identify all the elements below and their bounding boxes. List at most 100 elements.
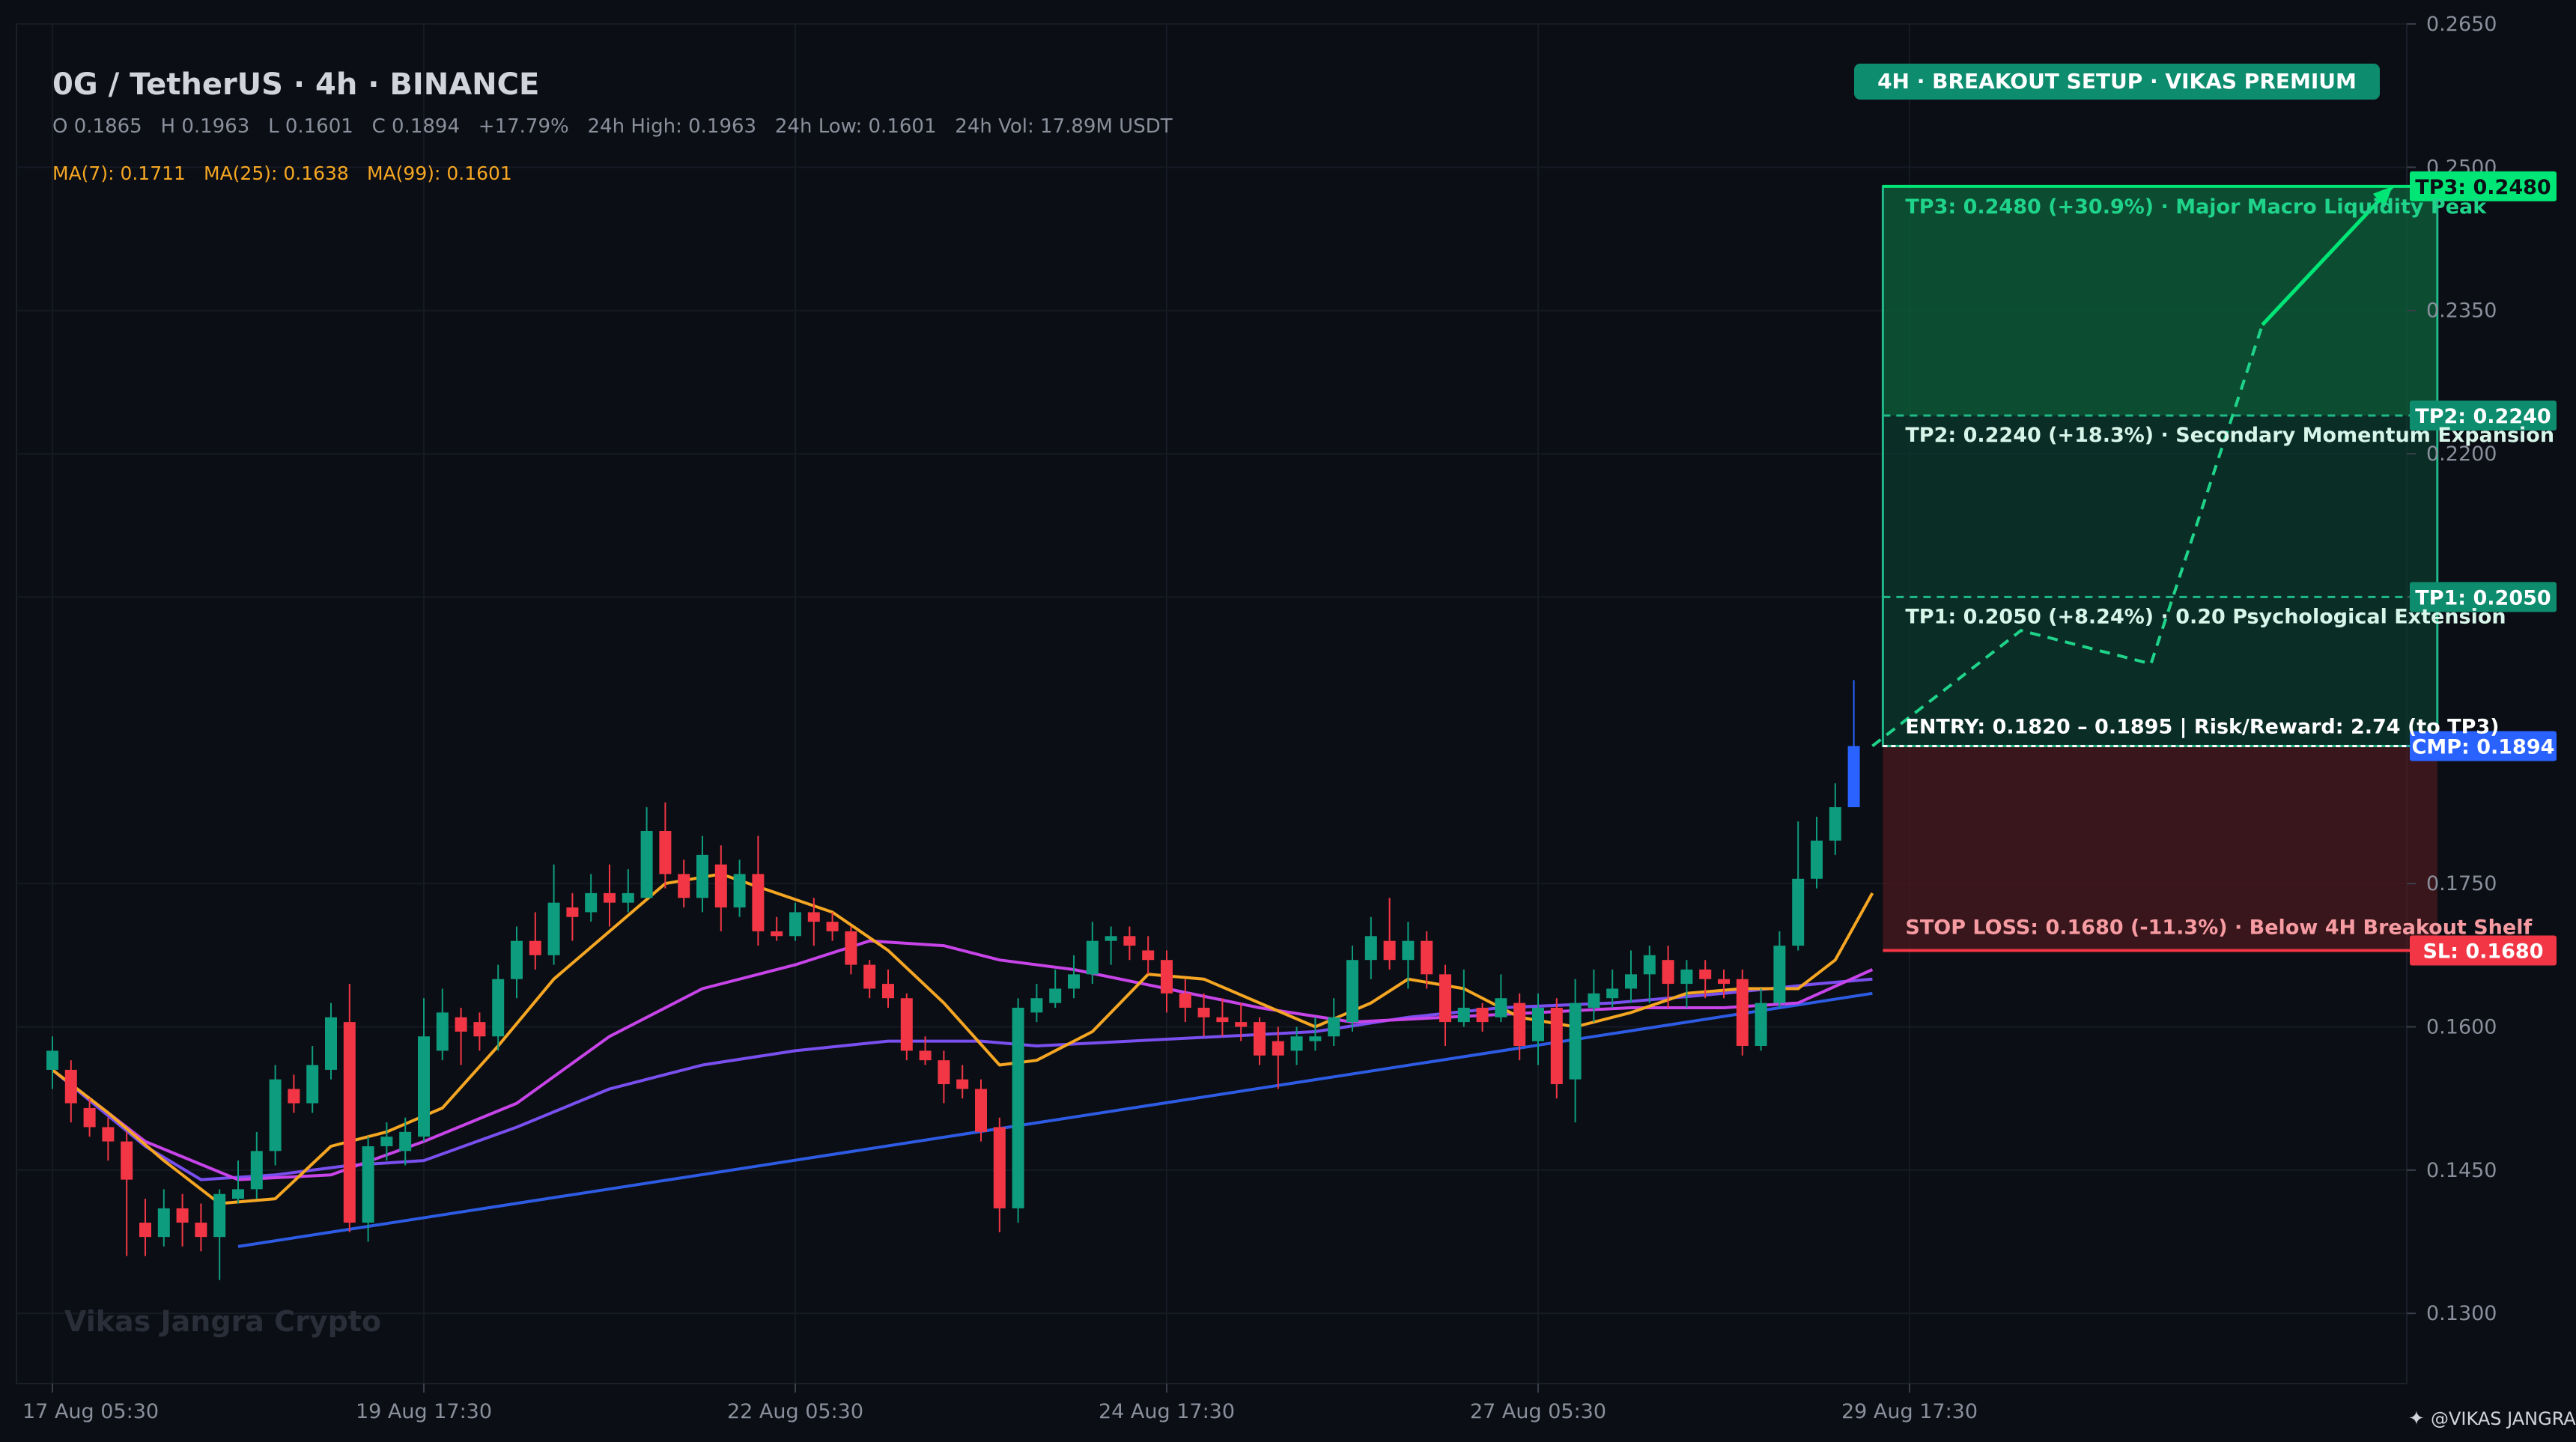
y-tick-label: 0.1300 [2426, 1302, 2497, 1325]
candle-body [1513, 1003, 1526, 1047]
candle-body [1346, 960, 1358, 1023]
candle-body [269, 1079, 282, 1152]
candle-body [473, 1022, 486, 1037]
x-tick-label: 19 Aug 17:30 [356, 1400, 492, 1423]
watermark: Vikas Jangra Crypto [64, 1305, 381, 1338]
candle-body [1495, 998, 1507, 1017]
candle-body [1086, 940, 1099, 975]
candle-body [1755, 1003, 1767, 1047]
entry-zone-label: ENTRY: 0.1820 – 0.1895 | Risk/Reward: 2.… [1905, 715, 2499, 738]
candle-body [993, 1127, 1006, 1208]
candle-body [1421, 940, 1433, 975]
candle-body [1569, 1003, 1582, 1080]
candle-body [863, 964, 876, 989]
candle-body [1161, 960, 1173, 994]
candle-body [455, 1017, 467, 1032]
candle-body [325, 1017, 337, 1070]
candle-body [938, 1060, 950, 1085]
candle-body [232, 1189, 244, 1199]
candle-body [1606, 988, 1619, 999]
candle-body [83, 1107, 96, 1128]
candle-body [1847, 746, 1860, 808]
candle-body [696, 854, 708, 898]
y-tick-label: 0.2350 [2426, 299, 2497, 323]
candle-body [250, 1151, 263, 1190]
candle-body [900, 998, 913, 1051]
candle-body [826, 922, 839, 931]
candle-body [1235, 1022, 1248, 1027]
candle-body [733, 874, 746, 908]
tp2-zone-label: TP2: 0.2240 (+18.3%) · Secondary Momentu… [1905, 424, 2554, 447]
candle-body [1272, 1041, 1284, 1056]
credit-text: @VIKAS JANGRA [2431, 1408, 2576, 1429]
candle-body [102, 1127, 115, 1142]
candle-body [975, 1089, 987, 1132]
candle-body [1476, 1007, 1489, 1023]
candle-body [1105, 936, 1117, 941]
candle-body [529, 940, 541, 955]
ohlc-readout: O 0.1865 H 0.1963 L 0.1601 C 0.1894 +17.… [52, 115, 1173, 138]
candle-body [46, 1050, 58, 1070]
candle-body [157, 1208, 170, 1238]
candle-body [622, 892, 634, 903]
candle-body [1699, 969, 1712, 979]
candle-body [585, 892, 598, 913]
candle-body [1030, 998, 1043, 1013]
candle-body [1309, 1036, 1322, 1041]
candle-body [492, 979, 505, 1037]
candle-body [566, 907, 579, 917]
candle-body [1402, 940, 1415, 961]
candle-body [418, 1036, 430, 1137]
candle-body [1625, 974, 1637, 989]
y-tick-label: 0.2650 [2426, 13, 2497, 36]
candle-body [1829, 807, 1841, 841]
candle-body [640, 830, 653, 898]
y-tick-label: 0.1600 [2426, 1016, 2497, 1039]
candle-body [1439, 974, 1451, 1023]
candle-body [604, 892, 616, 903]
candle-body [1290, 1036, 1303, 1051]
tp3-zone-label: TP3: 0.2480 (+30.9%) · Major Macro Liqui… [1905, 195, 2487, 219]
setup-badge-text: 4H · BREAKOUT SETUP · VIKAS PREMIUM [1877, 69, 2357, 94]
candle-body [789, 912, 801, 937]
candle-body [288, 1089, 300, 1104]
tp3-zone [1883, 186, 2437, 416]
x-tick-label: 24 Aug 17:30 [1099, 1400, 1235, 1423]
ma99-label: MA(99): 0.1601 [367, 162, 512, 184]
candle-body [1457, 1007, 1470, 1023]
cmp-tag-text: CMP: 0.1894 [2412, 735, 2555, 758]
x-tick-label: 17 Aug 05:30 [22, 1400, 159, 1423]
candle-body [1662, 960, 1674, 985]
candle-body [659, 830, 672, 874]
candle-body [1254, 1022, 1266, 1056]
candle-body [213, 1193, 226, 1238]
candle-body [1179, 993, 1191, 1008]
x-tick-label: 22 Aug 05:30 [727, 1400, 863, 1423]
candle-body [845, 931, 857, 965]
candle-body [1049, 988, 1062, 1003]
candle-body [1792, 878, 1805, 946]
tp1-zone-label: TP1: 0.2050 (+8.24%) · 0.20 Psychologica… [1905, 605, 2506, 628]
candle-body [1643, 955, 1656, 975]
candle-body [1550, 1007, 1563, 1085]
candle-body [306, 1065, 319, 1104]
y-tick-label: 0.1750 [2426, 872, 2497, 895]
candle-body [882, 984, 894, 999]
candle-body [1328, 1017, 1340, 1037]
candle-body [176, 1208, 189, 1223]
chart-root: 0.13000.14500.16000.17500.20500.22000.23… [0, 0, 2576, 1438]
candlestick-chart: 0.13000.14500.16000.17500.20500.22000.23… [0, 0, 2576, 1438]
candle-body [1197, 1007, 1210, 1017]
candle-body [678, 874, 690, 898]
candle-body [956, 1079, 969, 1089]
candle-body [1532, 1007, 1544, 1041]
candle-body [436, 1012, 449, 1051]
sl-zone-label: STOP LOSS: 0.1680 (-11.3%) · Below 4H Br… [1905, 916, 2532, 939]
candle-body [343, 1022, 356, 1223]
candle-body [1718, 979, 1730, 985]
ma7-label: MA(7): 0.1711 [52, 162, 186, 184]
candle-body [399, 1131, 412, 1152]
chart-title: 0G / TetherUS · 4h · BINANCE [52, 67, 539, 102]
candle-body [919, 1050, 932, 1061]
candle-body [1680, 969, 1693, 985]
